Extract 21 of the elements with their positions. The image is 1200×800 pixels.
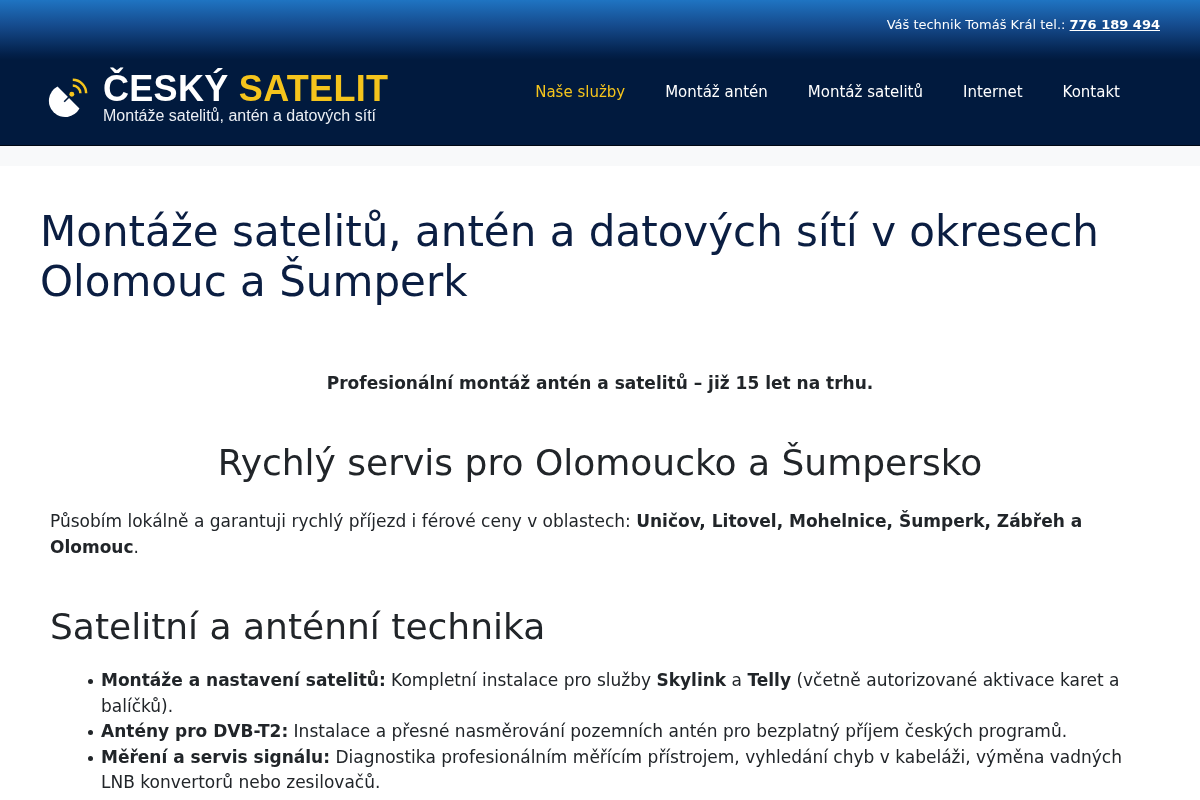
bullet-icon (88, 730, 93, 735)
nav-link[interactable]: Naše služby (515, 72, 646, 112)
logo-tagline: Montáže satelitů, antén a datových sítí (103, 107, 378, 125)
bullet-icon (88, 755, 93, 761)
logo-wordmark: SATELIT (238, 68, 389, 109)
nav-link[interactable]: Montáž satelitů (787, 72, 943, 112)
section-heading: Rychlý servis pro Olomoucko a Šumpersko (216, 441, 984, 485)
list-item-text: Antény pro DVB-T2: Instalace a přesné nasměrování pozemních antén pro bezplatný příjem českých programů. (101, 720, 1068, 743)
satellite-dish-icon (47, 76, 89, 120)
page-title: Montáže satelitů, antén a datových sítí v okresech Olomouc a Šumperk (39, 206, 1100, 307)
section-heading: Satelitní a anténní technika (50, 605, 547, 649)
list-item-text: Montáže a nastavení satelitů: Kompletní instalace pro služby Skylink a Telly (včetně autorizované aktivace karet a balíčků). (101, 669, 1121, 718)
tagline-text: Profesionální montáž antén a satelitů – již 15 let na trhu. (325, 372, 875, 395)
nav-link[interactable]: Kontakt (1042, 72, 1140, 112)
nav-link[interactable]: Montáž antén (645, 72, 788, 112)
bullet-icon (88, 679, 93, 684)
paragraph-text: Působím lokálně a garantuji rychlý příjezd i férové ceny v oblastech: Uničov, Litovel, Mohelnice, Šumperk, Zábřeh a Olomouc. (50, 509, 1084, 559)
nav-link[interactable]: Internet (943, 72, 1043, 112)
list-item-text: Měření a servis signálu: Diagnostika profesionálním měřícím přístrojem, vyhledání chyb v kabeláži, výměna vadných LNB konvertorů nebo zesilovačů. (101, 745, 1123, 794)
phone-link[interactable]: 776 189 494 (1069, 16, 1160, 32)
technician-contact-text: Váš technik Tomáš Král tel.: 776 189 494 (886, 15, 1160, 34)
